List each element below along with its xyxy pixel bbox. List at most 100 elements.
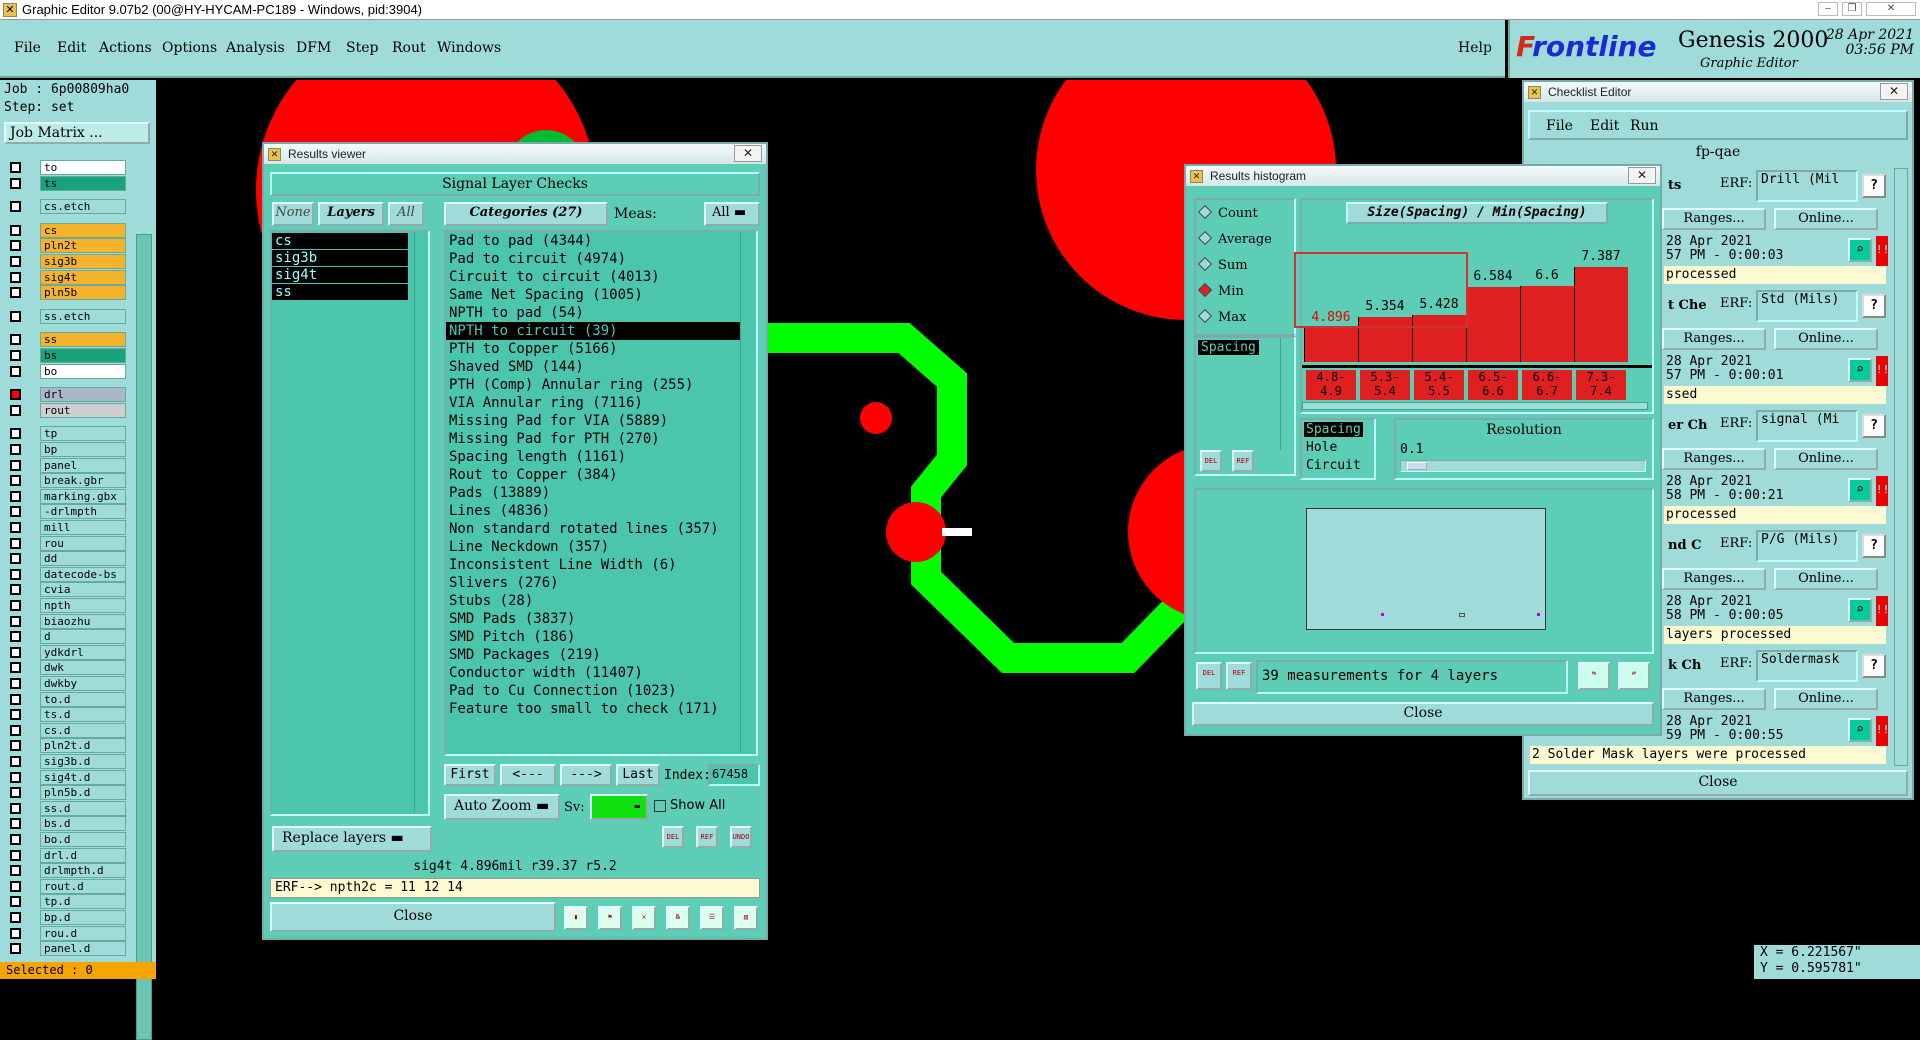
layer-item[interactable]: cs	[272, 233, 408, 249]
layer-item[interactable]: sig3b	[272, 250, 408, 266]
layer-row[interactable]: marking.gbx	[4, 488, 126, 504]
layer-row[interactable]: biaozhu	[4, 613, 126, 629]
layer-name[interactable]: to.d	[40, 691, 126, 707]
layer-name[interactable]: drlmpth.d	[40, 863, 126, 879]
layer-row[interactable]: bp	[4, 442, 126, 457]
histogram-icon[interactable]: ▥	[734, 906, 758, 930]
layer-row[interactable]: pln5b.d	[4, 785, 126, 801]
layer-name[interactable]: bo	[40, 363, 126, 379]
online-button[interactable]: Online...	[1774, 448, 1878, 470]
layer-name[interactable]: d	[40, 629, 126, 645]
checklist-scrollbar[interactable]	[1894, 168, 1908, 766]
layer-row[interactable]: bs	[4, 348, 126, 363]
layer-row[interactable]: drlmpth.d	[4, 863, 126, 879]
layer-checkbox[interactable]	[10, 865, 21, 877]
erf-field[interactable]: Drill (Mil	[1756, 170, 1858, 202]
auto-zoom-dropdown[interactable]: Auto Zoom ▬	[444, 794, 560, 820]
online-button[interactable]: Online...	[1774, 208, 1878, 230]
layer-name[interactable]: ydkdrl	[40, 644, 126, 660]
checklist-close-button[interactable]: Close	[1528, 770, 1908, 796]
layer-list-scrollbar[interactable]	[136, 234, 152, 1040]
category-item[interactable]: Slivers (276)	[446, 574, 756, 592]
layer-checkbox[interactable]	[10, 724, 21, 736]
menu-dfm[interactable]: DFM	[296, 40, 331, 56]
ranges-button[interactable]: Ranges...	[1662, 568, 1766, 590]
close-icon[interactable]: ✕	[1866, 2, 1916, 16]
layer-name[interactable]: ts	[40, 175, 126, 191]
categories-button[interactable]: Categories (27)	[444, 202, 608, 226]
online-button[interactable]: Online...	[1774, 568, 1878, 590]
layer-checkbox[interactable]	[10, 334, 21, 346]
layer-row[interactable]: pln5b	[4, 285, 126, 301]
layer-checkbox[interactable]	[10, 740, 21, 752]
close-icon[interactable]: ✕	[1880, 83, 1908, 100]
replace-layers-dropdown[interactable]: Replace layers ▬	[272, 826, 432, 852]
export-icon[interactable]: ⇆	[1578, 662, 1610, 690]
category-item[interactable]: Pad to circuit (4974)	[446, 250, 756, 268]
layer-name[interactable]: pln2t.d	[40, 738, 126, 754]
layer-row[interactable]: pln2t.d	[4, 738, 126, 754]
flag-icon[interactable]: ⚑	[598, 906, 622, 930]
help-icon[interactable]: ?	[1862, 174, 1886, 198]
layers-button[interactable]: Layers	[318, 202, 384, 226]
mode-option[interactable]: Min	[1197, 282, 1244, 304]
del-icon[interactable]: DEL	[662, 826, 684, 848]
layer-row[interactable]: ts.d	[4, 707, 126, 723]
layer-name[interactable]: to	[40, 160, 126, 175]
category-item[interactable]: SMD Packages (219)	[446, 646, 756, 664]
type-item[interactable]: Circuit	[1304, 458, 1363, 473]
layer-checkbox[interactable]	[10, 709, 21, 721]
layer-name[interactable]: bp.d	[40, 910, 126, 925]
job-matrix-button[interactable]: Job Matrix ...	[4, 122, 150, 144]
category-item[interactable]: Missing Pad for VIA (5889)	[446, 412, 756, 430]
category-item[interactable]: Pad to pad (4344)	[446, 232, 756, 250]
layer-checkbox[interactable]	[10, 490, 21, 502]
category-item[interactable]: Spacing length (1161)	[446, 448, 756, 466]
layer-name[interactable]: sig3b	[40, 254, 126, 269]
layer-name[interactable]: dwk	[40, 660, 126, 676]
category-item[interactable]: Same Net Spacing (1005)	[446, 286, 756, 304]
layer-row[interactable]: to.d	[4, 691, 126, 707]
layer-checkbox[interactable]	[10, 927, 21, 939]
layer-checkbox[interactable]	[10, 693, 21, 705]
category-item[interactable]: Line Neckdown (357)	[446, 538, 756, 556]
layer-checkbox[interactable]	[10, 880, 21, 892]
layer-checkbox[interactable]	[10, 506, 21, 518]
layer-name[interactable]: sig4t.d	[40, 769, 126, 785]
layer-row[interactable]: panel	[4, 457, 126, 473]
menu-edit[interactable]: Edit	[57, 40, 86, 56]
layer-checkbox[interactable]	[10, 177, 21, 189]
category-item[interactable]: SMD Pitch (186)	[446, 628, 756, 646]
mode-option[interactable]: Max	[1197, 308, 1246, 330]
layer-name[interactable]: bs.d	[40, 816, 126, 832]
layer-name[interactable]: pln2t	[40, 238, 126, 254]
category-item[interactable]: Lines (4836)	[446, 502, 756, 520]
layer-name[interactable]: ss.etch	[40, 308, 126, 324]
layer-name[interactable]: cs.d	[40, 722, 126, 738]
ranges-button[interactable]: Ranges...	[1662, 448, 1766, 470]
layer-name[interactable]: bo.d	[40, 832, 126, 847]
online-button[interactable]: Online...	[1774, 688, 1878, 710]
layer-row[interactable]: ss.d	[4, 800, 126, 816]
hg-bottom-ref-icon[interactable]: REF	[1226, 662, 1252, 690]
layer-name[interactable]: bp	[40, 442, 126, 457]
next-button[interactable]: --->	[560, 764, 612, 786]
layer-name[interactable]: rou	[40, 535, 126, 551]
radio-icon[interactable]	[1197, 282, 1213, 298]
layer-checkbox[interactable]	[10, 787, 21, 799]
layer-row[interactable]: sig4t	[4, 269, 126, 285]
menu-rout[interactable]: Rout	[392, 40, 426, 56]
index-field[interactable]: 67458	[708, 764, 760, 786]
histogram-bar[interactable]	[1304, 327, 1358, 362]
layer-name[interactable]: drl.d	[40, 847, 126, 863]
layer-row[interactable]: dwkby	[4, 676, 126, 691]
minimize-icon[interactable]: –	[1818, 2, 1838, 16]
restore-icon[interactable]: ❐	[1842, 2, 1862, 16]
layer-checkbox[interactable]	[10, 818, 21, 830]
layer-checkbox[interactable]	[10, 428, 21, 440]
layer-item[interactable]: ss	[272, 284, 408, 300]
layer-name[interactable]: tp	[40, 426, 126, 442]
layer-name[interactable]: ss.d	[40, 800, 126, 816]
layer-name[interactable]: sig4t	[40, 269, 126, 285]
category-item[interactable]: Circuit to circuit (4013)	[446, 268, 756, 286]
